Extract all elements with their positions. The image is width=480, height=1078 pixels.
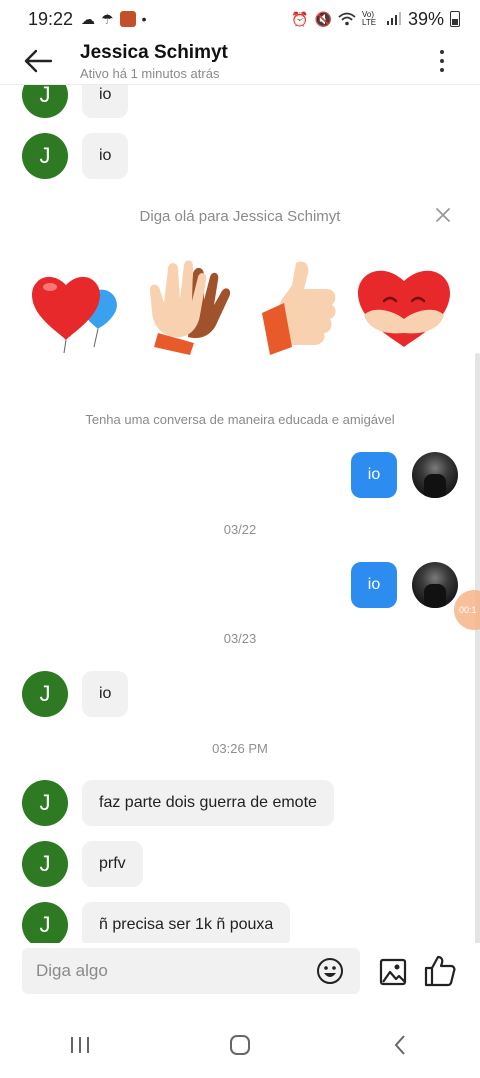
floating-timer-bubble[interactable]: 00:1 bbox=[454, 590, 480, 630]
high-five-icon[interactable] bbox=[138, 255, 238, 355]
incoming-message[interactable]: io bbox=[82, 671, 129, 717]
status-right-icons: ⏰ 🔇 Vo) LTE 39% bbox=[291, 9, 460, 30]
back-button[interactable] bbox=[16, 39, 60, 83]
more-options-button[interactable] bbox=[426, 39, 458, 83]
app-screen: 19:22 ☁ ☂ • ⏰ 🔇 Vo) LTE 39% Jessica Schi… bbox=[0, 0, 480, 1078]
greeting-text: Diga olá para Jessica Schimyt bbox=[139, 208, 341, 225]
close-icon[interactable] bbox=[434, 206, 452, 224]
thumbs-up-icon[interactable] bbox=[252, 255, 352, 355]
mute-icon: 🔇 bbox=[314, 10, 332, 27]
date-separator: 03/22 bbox=[223, 522, 257, 537]
weather-icon: ☂ bbox=[101, 10, 114, 27]
image-icon[interactable] bbox=[378, 957, 408, 987]
contact-avatar[interactable]: J bbox=[22, 85, 68, 118]
date-separator: 03/23 bbox=[223, 631, 257, 646]
incoming-message[interactable]: faz parte dois guerra de emote bbox=[82, 780, 334, 826]
status-bar: 19:22 ☁ ☂ • ⏰ 🔇 Vo) LTE 39% bbox=[0, 0, 480, 38]
incoming-message[interactable]: prfv bbox=[82, 841, 143, 887]
recent-apps-icon bbox=[71, 1037, 89, 1053]
contact-status: Ativo há 1 minutos atrás bbox=[80, 65, 220, 81]
arrow-left-icon bbox=[24, 49, 53, 73]
more-dot bbox=[440, 50, 444, 54]
chat-messages[interactable]: J io J io Diga olá para Jessica Schimyt bbox=[0, 85, 480, 943]
contact-avatar[interactable]: J bbox=[22, 780, 68, 826]
network-label: Vo) LTE bbox=[361, 10, 377, 27]
wifi-icon bbox=[338, 12, 356, 26]
home-button[interactable] bbox=[210, 1020, 270, 1070]
chevron-left-icon bbox=[394, 1035, 405, 1055]
contact-info[interactable]: Jessica Schimyt Ativo há 1 minutos atrás bbox=[80, 42, 228, 81]
signal-icon bbox=[386, 12, 401, 25]
home-icon bbox=[230, 1035, 250, 1055]
time-separator: 03:26 PM bbox=[212, 741, 268, 756]
contact-avatar[interactable]: J bbox=[22, 671, 68, 717]
recent-apps-button[interactable] bbox=[50, 1020, 110, 1070]
system-nav-bar bbox=[0, 1012, 480, 1078]
outgoing-message[interactable]: io bbox=[351, 562, 397, 608]
heart-balloon-icon[interactable] bbox=[20, 255, 120, 355]
my-avatar[interactable] bbox=[412, 562, 458, 608]
battery-percent: 39% bbox=[407, 8, 444, 29]
scrollbar[interactable] bbox=[475, 353, 480, 943]
cloud-icon: ☁ bbox=[81, 10, 96, 27]
contact-avatar[interactable]: J bbox=[22, 841, 68, 887]
incoming-message[interactable]: io bbox=[82, 133, 129, 179]
emoji-icon[interactable] bbox=[316, 957, 344, 985]
status-left-icons: ☁ ☂ • bbox=[81, 10, 147, 28]
contact-avatar[interactable]: J bbox=[22, 902, 68, 943]
incoming-message[interactable]: io bbox=[82, 85, 129, 118]
thumbs-up-icon[interactable] bbox=[423, 954, 457, 988]
heart-hug-icon[interactable] bbox=[354, 255, 454, 355]
contact-avatar[interactable]: J bbox=[22, 133, 68, 179]
outgoing-message[interactable]: io bbox=[351, 452, 397, 498]
dot-icon: • bbox=[141, 11, 147, 27]
message-input-container[interactable] bbox=[22, 948, 360, 994]
composer-bar bbox=[0, 948, 480, 996]
contact-name: Jessica Schimyt bbox=[80, 41, 228, 63]
chat-header: Jessica Schimyt Ativo há 1 minutos atrás bbox=[0, 38, 480, 84]
more-dot bbox=[440, 59, 444, 63]
app-notification-icon bbox=[119, 11, 136, 27]
message-input[interactable] bbox=[22, 961, 292, 981]
alarm-icon: ⏰ bbox=[291, 10, 309, 27]
status-time: 19:22 bbox=[28, 8, 74, 29]
system-back-button[interactable] bbox=[370, 1020, 430, 1070]
my-avatar[interactable] bbox=[412, 452, 458, 498]
battery-icon bbox=[450, 11, 460, 27]
incoming-message[interactable]: ñ precisa ser 1k ñ pouxa bbox=[82, 902, 291, 943]
more-dot bbox=[440, 68, 444, 72]
conversation-hint: Tenha uma conversa de maneira educada e … bbox=[85, 412, 395, 427]
